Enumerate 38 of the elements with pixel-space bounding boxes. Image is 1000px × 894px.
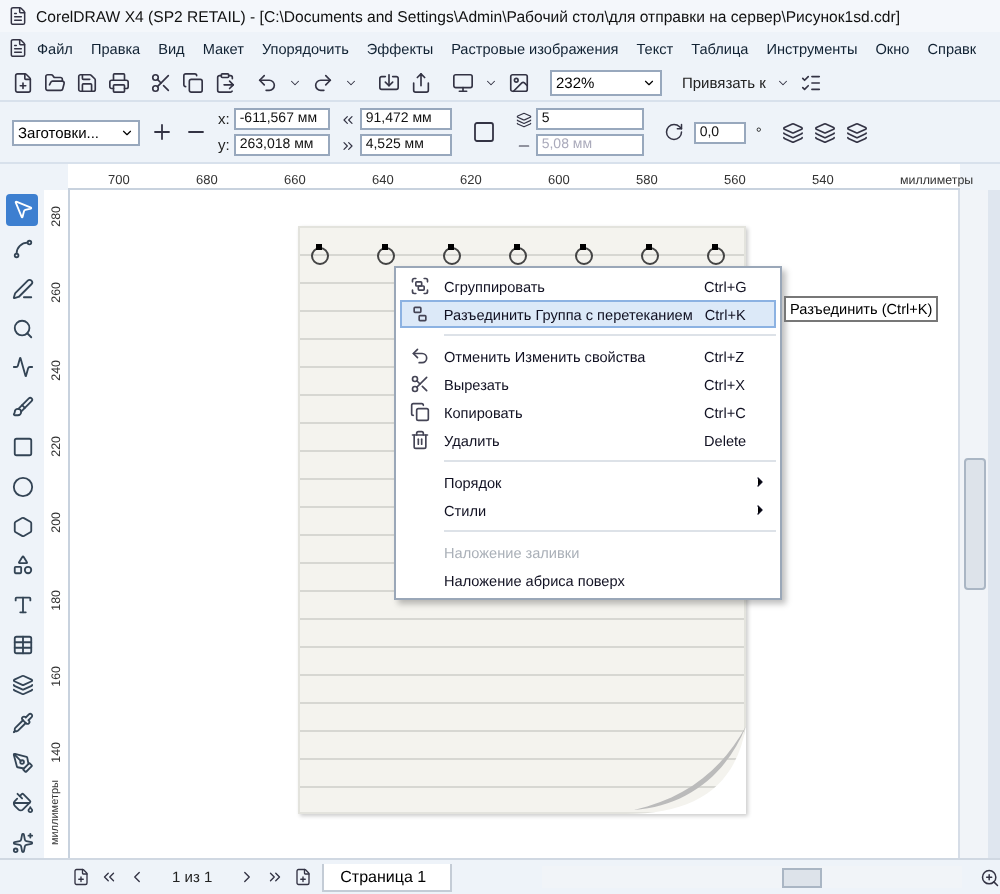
- copy-icon[interactable]: [182, 71, 204, 93]
- trash-icon: [408, 430, 432, 450]
- add-icon[interactable]: [150, 120, 174, 144]
- add-page-icon[interactable]: [294, 868, 313, 886]
- vertical-scrollbar[interactable]: [958, 190, 988, 858]
- scissors-icon: [408, 374, 432, 394]
- caret-icon[interactable]: [288, 75, 302, 89]
- caret-icon[interactable]: [775, 75, 790, 89]
- new-file-icon[interactable]: [12, 71, 34, 93]
- copy-icon: [408, 402, 432, 422]
- export-icon[interactable]: [410, 71, 432, 93]
- undo-icon: [408, 346, 432, 366]
- page-tab[interactable]: Страница 1: [322, 863, 453, 891]
- document-icon[interactable]: [8, 38, 28, 58]
- import-icon[interactable]: [378, 71, 400, 93]
- options-icon[interactable]: [799, 71, 822, 93]
- last-page-icon[interactable]: [266, 868, 285, 886]
- zoom-icon[interactable]: [980, 867, 1000, 887]
- undo-icon[interactable]: [256, 71, 278, 93]
- cut-icon[interactable]: [150, 71, 172, 93]
- pick-tool-icon[interactable]: [6, 194, 38, 226]
- caret-icon[interactable]: [344, 75, 358, 89]
- caret-icon[interactable]: [484, 75, 498, 89]
- rotation-icon[interactable]: [663, 122, 684, 142]
- caret-icon: [642, 75, 656, 89]
- app-icon[interactable]: [8, 6, 28, 26]
- first-page-icon[interactable]: [100, 868, 118, 886]
- save-icon[interactable]: [76, 71, 98, 93]
- redo-icon[interactable]: [312, 71, 334, 93]
- group-icon: [408, 276, 432, 296]
- previous-page-icon[interactable]: [128, 868, 146, 886]
- ungroup-icon: [408, 304, 432, 324]
- print-icon[interactable]: [108, 71, 130, 93]
- caret-icon: [120, 125, 134, 139]
- folder-icon[interactable]: [44, 71, 66, 93]
- paste-icon[interactable]: [214, 71, 236, 93]
- image-icon[interactable]: [508, 71, 530, 93]
- add-page-icon[interactable]: [72, 868, 90, 886]
